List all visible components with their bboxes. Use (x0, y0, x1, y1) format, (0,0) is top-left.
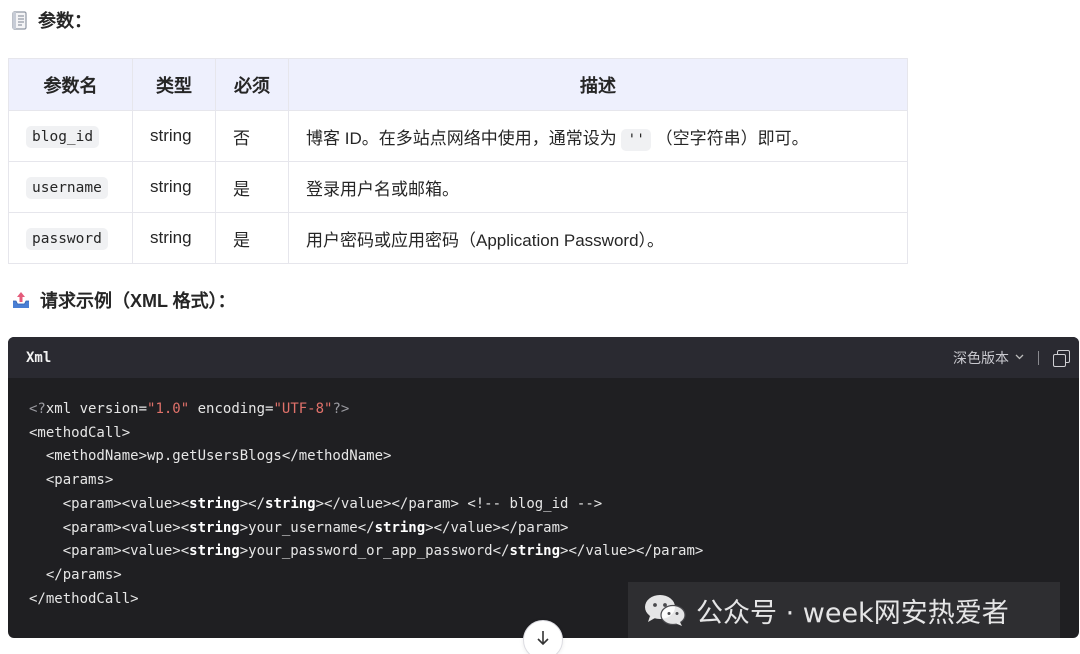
params-table: 参数名 类型 必须 描述 blog_id string 否 博客 ID。在多站点… (8, 58, 908, 264)
example-heading-text: 请求示例（XML 格式）： (40, 291, 236, 311)
table-row: username string 是 登录用户名或邮箱。 (8, 161, 908, 213)
code-token: ></ (239, 495, 266, 512)
code-token: string (374, 519, 426, 536)
toolbar-divider (1038, 350, 1039, 365)
param-required-cell: 是 (215, 212, 289, 264)
header-param-name: 参数名 (8, 58, 133, 111)
param-type-cell: string (132, 212, 216, 264)
document-icon (12, 10, 28, 30)
code-token: "1.0" (147, 401, 190, 417)
param-name-code: blog_id (26, 126, 100, 148)
params-heading-text: 参数： (38, 11, 92, 31)
table-row: password string 是 用户密码或应用密码（Application … (8, 212, 908, 264)
table-header-row: 参数名 类型 必须 描述 (8, 58, 908, 111)
wechat-icon (644, 594, 686, 626)
code-token: string (189, 543, 240, 560)
param-name-code: username (26, 177, 108, 199)
scroll-down-button[interactable] (523, 620, 563, 654)
chevron-down-icon (1015, 352, 1024, 363)
params-heading: 参数： (12, 8, 92, 32)
code-token: ></value></param> (560, 543, 704, 560)
code-token: >your_password_or_app_password</ (239, 543, 510, 560)
code-line: <methodCall> (29, 424, 131, 441)
copy-icon[interactable] (1053, 349, 1070, 367)
code-token: <param><value>< (29, 495, 190, 512)
header-type: 类型 (132, 58, 216, 111)
code-toolbar: 深色版本 (953, 348, 1070, 368)
code-token: "UTF-8" (273, 401, 333, 417)
desc-inline-code: '' (621, 128, 651, 151)
code-content: <?xml version="1.0" encoding="UTF-8"?> <m… (8, 378, 1079, 611)
param-name-cell: username (8, 161, 133, 213)
outbox-tray-icon (12, 291, 30, 309)
param-name-cell: password (8, 212, 133, 264)
header-description: 描述 (288, 58, 908, 111)
desc-text: （空字符串）即可。 (655, 128, 809, 148)
code-line: <param><value><string></string></value><… (29, 493, 1058, 517)
param-name-code: password (26, 228, 108, 250)
code-line: <params> (29, 472, 114, 489)
code-token: xml version= (45, 401, 148, 417)
code-token: >your_username</ (239, 519, 375, 536)
param-type-cell: string (132, 110, 216, 162)
watermark: 公众号 · week网安热爱者 (628, 582, 1060, 638)
param-required-cell: 否 (215, 110, 289, 162)
param-desc-cell: 用户密码或应用密码（Application Password）。 (288, 212, 908, 264)
arrow-down-icon (536, 630, 550, 651)
code-language-label: Xml (26, 349, 52, 366)
code-token: string (265, 495, 316, 512)
theme-toggle-label: 深色版本 (953, 349, 1009, 366)
code-token: string (189, 495, 240, 512)
code-token: encoding= (189, 401, 274, 417)
watermark-text: 公众号 · week网安热爱者 (696, 597, 1009, 629)
code-token: <param><value>< (29, 543, 190, 560)
code-line: <param><value><string>your_password_or_a… (29, 540, 1058, 564)
param-desc-cell: 博客 ID。在多站点网络中使用，通常设为 '' （空字符串）即可。 (288, 110, 908, 162)
param-name-cell: blog_id (8, 110, 133, 162)
code-token: <? (29, 401, 46, 417)
table-row: blog_id string 否 博客 ID。在多站点网络中使用，通常设为 ''… (8, 110, 908, 162)
code-line: <param><value><string>your_username</str… (29, 517, 1058, 541)
code-token: string (189, 519, 240, 536)
header-required: 必须 (215, 58, 289, 111)
param-type-cell: string (132, 161, 216, 213)
code-line: <?xml version="1.0" encoding="UTF-8"?> (29, 398, 1058, 422)
code-line: <methodName>wp.getUsersBlogs</methodName… (29, 448, 392, 465)
param-desc-cell: 登录用户名或邮箱。 (288, 161, 908, 213)
code-header: Xml 深色版本 (8, 337, 1079, 378)
code-token: ?> (332, 401, 350, 417)
param-required-cell: 是 (215, 161, 289, 213)
example-heading: 请求示例（XML 格式）： (12, 288, 236, 312)
page: 参数： 参数名 类型 必须 描述 blog_id string 否 博客 ID。… (0, 0, 1080, 654)
code-token: string (509, 543, 561, 560)
desc-text: 博客 ID。在多站点网络中使用，通常设为 (306, 128, 617, 148)
code-token: ></value></param> (425, 519, 569, 536)
code-token: ></value></param> <!-- blog_id --> (315, 495, 603, 512)
theme-toggle-dropdown[interactable]: 深色版本 (953, 348, 1024, 368)
code-token: <param><value>< (29, 519, 190, 536)
